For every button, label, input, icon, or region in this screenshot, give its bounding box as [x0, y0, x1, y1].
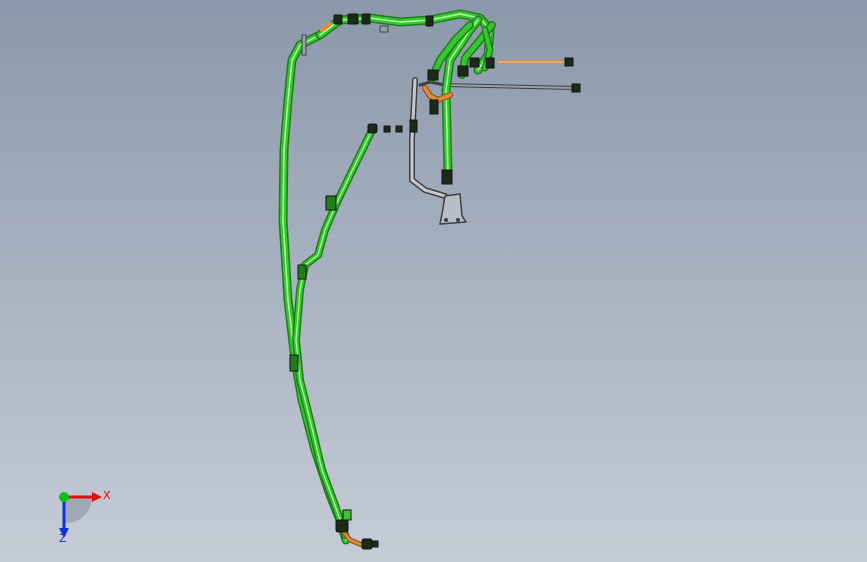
orientation-triad: X Z: [48, 482, 118, 544]
cad-viewport[interactable]: X Z: [0, 0, 867, 562]
z-axis-label: Z: [59, 532, 67, 545]
hose-fittings[interactable]: [289, 13, 581, 550]
mounting-bracket[interactable]: [439, 193, 468, 225]
hose-assembly-model[interactable]: [0, 0, 867, 562]
x-axis-label: X: [103, 489, 111, 502]
long-hose[interactable]: [278, 30, 376, 545]
metal-pipes[interactable]: [409, 60, 577, 208]
